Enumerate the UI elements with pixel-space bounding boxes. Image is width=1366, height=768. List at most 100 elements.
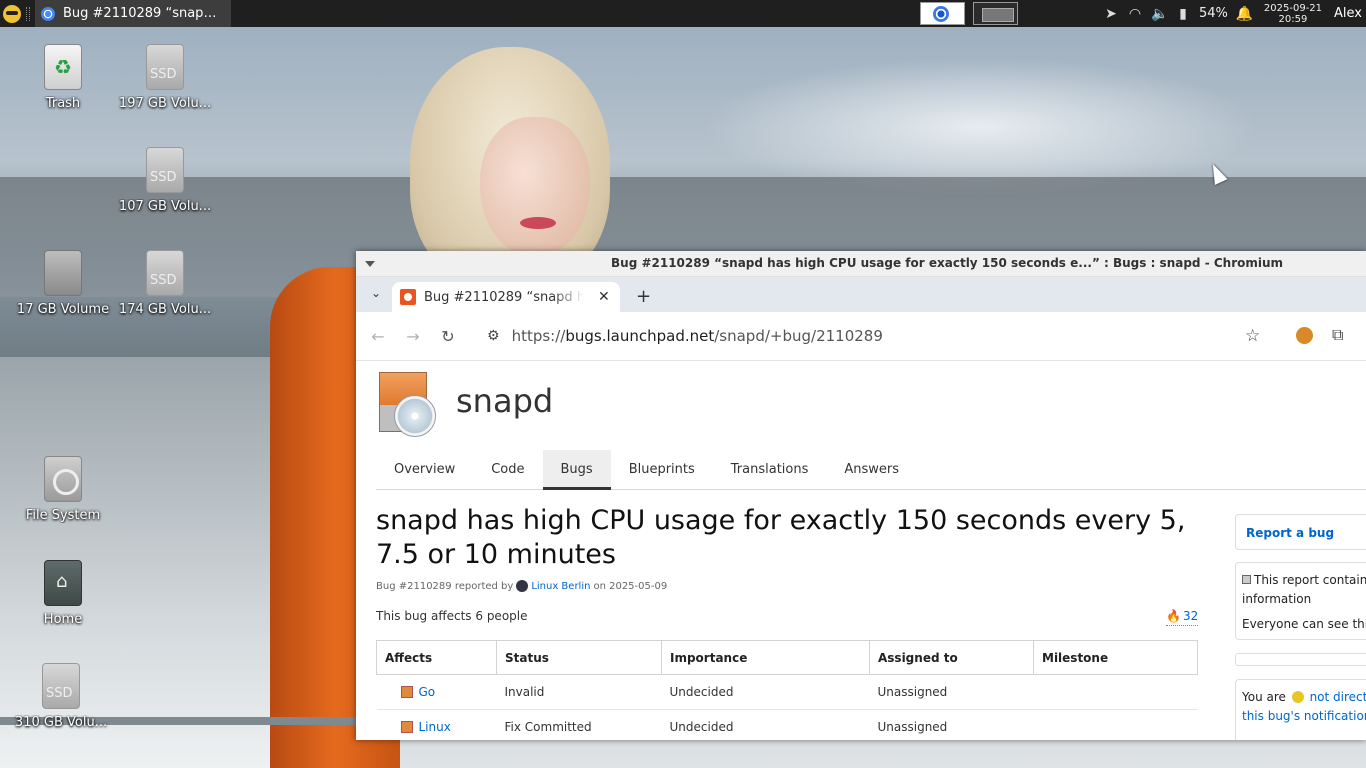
privacy-portlet: This report contain information Everyone… (1235, 562, 1366, 640)
affects-cell: Linux (376, 709, 497, 740)
reload-icon[interactable]: ↻ (435, 327, 461, 346)
extensions-puzzle-icon[interactable]: ⧉ (1332, 325, 1343, 345)
bug-meta-suffix: on 2025-05-09 (593, 580, 668, 592)
desktop-icon-file-system[interactable]: File System (13, 456, 113, 523)
privacy-line1: This report contain (1254, 573, 1366, 587)
notif-link2[interactable]: this bug's notification (1242, 709, 1366, 723)
bug-title[interactable]: snapd has high CPU usage for exactly 150… (376, 504, 1196, 572)
launchpad-favicon-icon (400, 289, 416, 305)
taskbar-window-title: Bug #2110289 “snapd ha... (63, 6, 223, 21)
workspace-1[interactable] (920, 2, 965, 25)
person-icon (516, 580, 529, 592)
site-info-icon[interactable]: ⚙ (487, 328, 500, 344)
column-header-affects: Affects (376, 640, 497, 675)
tab-search-chevron-icon[interactable]: ⌄ (366, 286, 386, 306)
browser-tab-active[interactable]: Bug #2110289 “snapd has high CPU usage ✕ (392, 282, 620, 312)
desktop-icon-volume-174[interactable]: 174 GB Volu... (115, 250, 215, 317)
extension-bear-icon[interactable] (1296, 327, 1313, 344)
bug-heat[interactable]: 🔥 32 (1166, 609, 1199, 626)
taskbar-window-button[interactable]: Bug #2110289 “snapd ha... (35, 0, 231, 27)
back-arrow-icon[interactable]: ← (365, 327, 391, 346)
status-cell[interactable]: Fix Committed (496, 709, 662, 740)
report-bug-link[interactable]: Report a bug (1246, 526, 1334, 540)
tab-answers[interactable]: Answers (826, 450, 917, 490)
url-path: /snapd/+bug/2110289 (714, 327, 883, 345)
notifications-portlet: You are not directl this bug's notificat… (1235, 679, 1366, 740)
clock-date: 2025-09-21 (1263, 2, 1323, 14)
desktop-icon-label: 17 GB Volume (16, 302, 110, 317)
assignee-cell[interactable]: Unassigned (869, 674, 1034, 710)
url-scheme: https:// (511, 327, 566, 345)
edit-icon (1291, 691, 1304, 703)
report-bug-portlet: Report a bug (1235, 514, 1366, 550)
desktop-icon-volume-310[interactable]: 310 GB Volu... (11, 663, 111, 730)
menu-icon[interactable] (3, 4, 21, 23)
desktop-icon-label: 310 GB Volu... (14, 715, 108, 730)
tab-title: Bug #2110289 “snapd has high CPU usage (424, 289, 584, 305)
top-panel: Bug #2110289 “snapd ha... ➤ ◠ 🔈 ▮ 54% 🔔 … (0, 0, 1366, 27)
desktop-icon-label: 107 GB Volu... (118, 199, 212, 214)
window-titlebar[interactable]: Bug #2110289 “snapd has high CPU usage f… (356, 251, 1366, 277)
desktop-icon-home[interactable]: Home (13, 560, 113, 627)
wifi-icon[interactable]: ◠ (1127, 6, 1143, 22)
privacy-everyone: Everyone can see this (1242, 617, 1366, 631)
affects-link-linux[interactable]: Linux (419, 720, 451, 734)
table-header-row: Affects Status Importance Assigned to Mi… (376, 640, 1198, 675)
tab-close-icon[interactable]: ✕ (598, 289, 610, 305)
notif-link1[interactable]: not directl (1310, 690, 1366, 704)
workspace-switcher (920, 2, 1018, 25)
tab-blueprints[interactable]: Blueprints (611, 450, 713, 490)
desktop-icon-trash[interactable]: Trash (13, 44, 113, 111)
affects-link-go[interactable]: Go (419, 685, 436, 699)
removable-drive-icon (44, 250, 82, 296)
battery-icon[interactable]: ▮ (1175, 6, 1191, 22)
affects-cell: Go (376, 674, 497, 710)
user-menu[interactable]: Alex (1334, 6, 1362, 21)
project-name[interactable]: snapd (456, 382, 553, 420)
tab-overview[interactable]: Overview (376, 450, 473, 490)
milestone-cell (1033, 709, 1198, 740)
wallpaper-face (480, 117, 590, 257)
tab-code[interactable]: Code (473, 450, 542, 490)
reporter-link[interactable]: Linux Berlin (531, 581, 590, 592)
browser-toolbar: ← → ↻ ⚙ https://bugs.launchpad.net/snapd… (356, 312, 1366, 361)
forward-arrow-icon[interactable]: → (400, 327, 426, 346)
new-tab-plus-icon[interactable]: + (636, 286, 651, 307)
workspace-2[interactable] (973, 2, 1018, 25)
bookmark-star-icon[interactable]: ☆ (1245, 326, 1260, 346)
desktop-icon-volume-17[interactable]: 17 GB Volume (13, 250, 113, 317)
bug-meta: Bug #2110289 reported by Linux Berlin on… (376, 580, 667, 592)
notif-prefix: You are (1242, 690, 1286, 704)
desktop-icon-volume-107[interactable]: 107 GB Volu... (115, 147, 215, 214)
clock[interactable]: 2025-09-21 20:59 (1264, 3, 1322, 25)
wallpaper-smoke (700, 57, 1260, 197)
tab-bugs[interactable]: Bugs (542, 450, 611, 490)
project-nav-tabs: Overview Code Bugs Blueprints Translatio… (376, 450, 1366, 490)
url-host: bugs.launchpad.net (565, 327, 715, 345)
notification-bell-icon[interactable]: 🔔 (1236, 6, 1253, 22)
privacy-line2: information (1242, 592, 1312, 606)
column-header-milestone: Milestone (1033, 640, 1198, 675)
importance-cell[interactable]: Undecided (661, 709, 870, 740)
bug-heat-value: 32 (1182, 609, 1199, 623)
assignee-cell[interactable]: Unassigned (869, 709, 1034, 740)
clock-time: 20:59 (1278, 13, 1308, 25)
importance-cell[interactable]: Undecided (661, 674, 870, 710)
status-cell[interactable]: Invalid (496, 674, 662, 710)
ssd-drive-icon (146, 250, 184, 296)
telegram-icon[interactable]: ➤ (1103, 6, 1119, 22)
project-icon (400, 721, 413, 733)
address-bar[interactable]: ⚙ https://bugs.launchpad.net/snapd/+bug/… (479, 320, 1239, 352)
desktop-icon-label: Trash (45, 96, 81, 111)
tab-translations[interactable]: Translations (713, 450, 827, 490)
window-menu-icon[interactable] (365, 260, 375, 267)
project-logo-icon[interactable] (379, 372, 436, 437)
desktop-icon-volume-197[interactable]: 197 GB Volu... (115, 44, 215, 111)
desktop-icon-label: Home (43, 612, 83, 627)
window-preview (982, 8, 1014, 22)
volume-icon[interactable]: 🔈 (1151, 6, 1168, 22)
desktop-icon-label: 174 GB Volu... (118, 302, 212, 317)
desktop-icon-label: 197 GB Volu... (118, 96, 212, 111)
trash-icon (44, 44, 82, 90)
window-title: Bug #2110289 “snapd has high CPU usage f… (611, 256, 1284, 270)
